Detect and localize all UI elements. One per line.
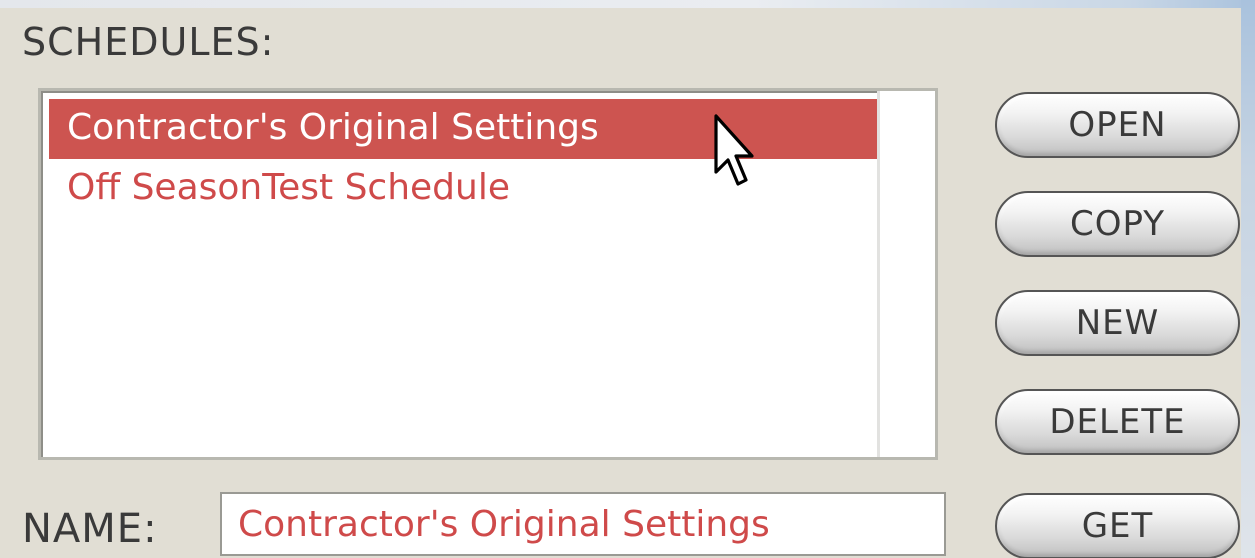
name-label: NAME: bbox=[22, 506, 158, 552]
schedules-window: SCHEDULES: Contractor's Original Setting… bbox=[0, 0, 1255, 558]
window-right-border bbox=[1241, 0, 1255, 558]
arrow-cursor-icon bbox=[714, 114, 754, 186]
open-button[interactable]: OPEN bbox=[995, 92, 1240, 158]
window-top-border bbox=[0, 0, 1255, 8]
name-field[interactable] bbox=[220, 492, 946, 556]
delete-button[interactable]: DELETE bbox=[995, 389, 1240, 455]
schedules-list[interactable]: Contractor's Original Settings Off Seaso… bbox=[38, 88, 938, 460]
list-scrollbar[interactable] bbox=[877, 91, 935, 457]
copy-button[interactable]: COPY bbox=[995, 191, 1240, 257]
get-button[interactable]: GET bbox=[995, 493, 1240, 558]
schedules-panel: SCHEDULES: Contractor's Original Setting… bbox=[0, 8, 1241, 558]
schedules-heading: SCHEDULES: bbox=[22, 20, 275, 64]
new-button[interactable]: NEW bbox=[995, 290, 1240, 356]
